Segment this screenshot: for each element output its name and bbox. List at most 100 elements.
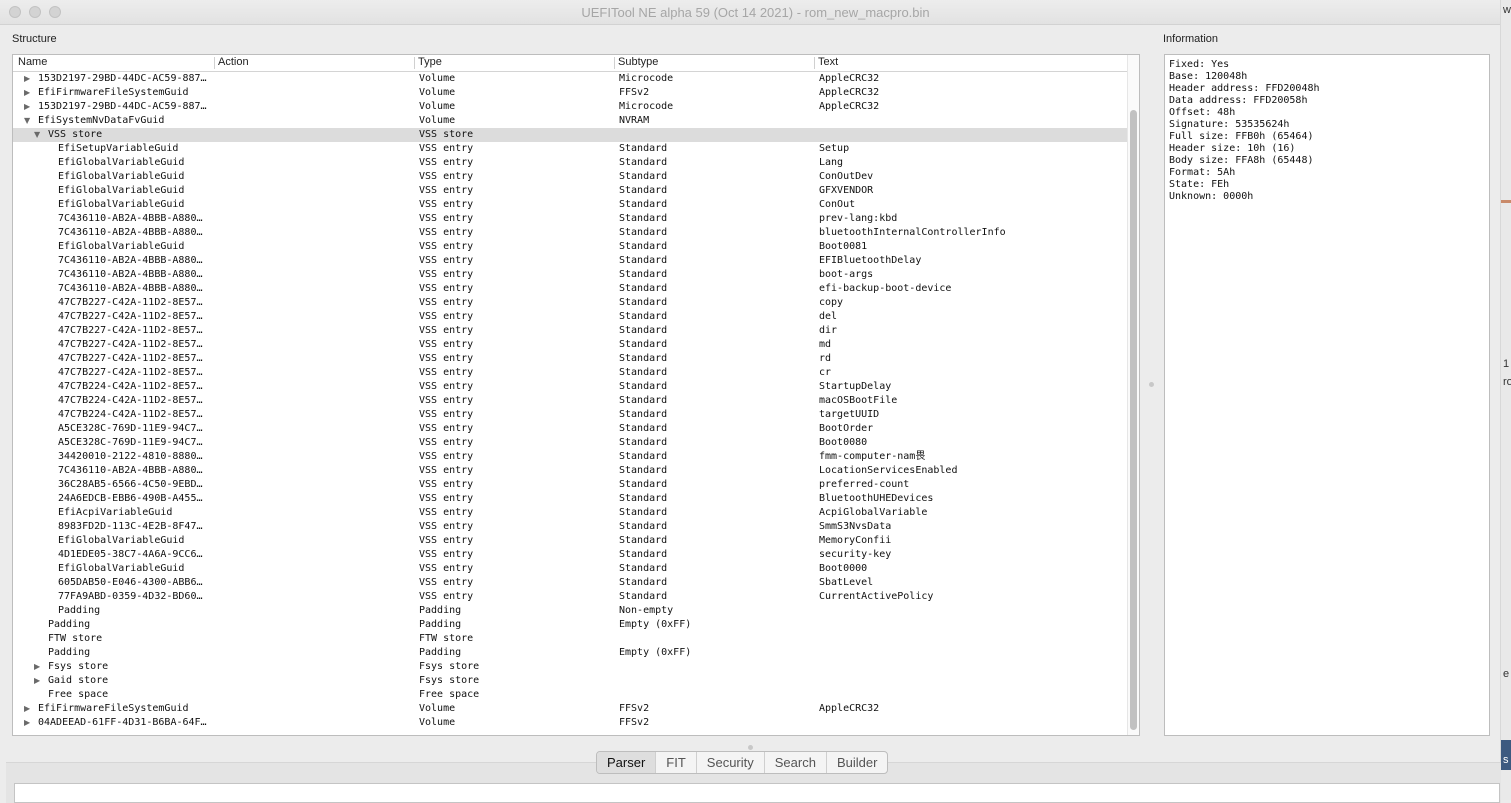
tab-builder[interactable]: Builder bbox=[825, 752, 887, 773]
cell-type: VSS entry bbox=[419, 437, 474, 448]
column-divider[interactable] bbox=[614, 57, 615, 69]
tab-security[interactable]: Security bbox=[695, 752, 764, 773]
column-header-name[interactable]: Name bbox=[18, 56, 47, 68]
column-divider[interactable] bbox=[814, 57, 815, 69]
tree-row[interactable]: 47C7B227-C42A-11D2-8E57… VSS entry Standar… bbox=[13, 310, 1127, 324]
horizontal-splitter-handle[interactable] bbox=[748, 745, 753, 750]
collapsed-arrow-icon[interactable]: ▶ bbox=[24, 86, 30, 100]
tree-row[interactable]: EfiGlobalVariableGuid VSS entry Standard Bo… bbox=[13, 240, 1127, 254]
tree-row[interactable]: 47C7B224-C42A-11D2-8E57… VSS entry Standar… bbox=[13, 408, 1127, 422]
column-divider[interactable] bbox=[214, 57, 215, 69]
tree-row[interactable]: EfiAcpiVariableGuid VSS entry Standard Acpi… bbox=[13, 506, 1127, 520]
column-header-subtype[interactable]: Subtype bbox=[618, 56, 658, 68]
tree-row[interactable]: EfiGlobalVariableGuid VSS entry Standard Bo… bbox=[13, 562, 1127, 576]
tree-row[interactable]: EfiGlobalVariableGuid VSS entry Standard GF… bbox=[13, 184, 1127, 198]
vertical-splitter-handle[interactable] bbox=[1149, 382, 1154, 387]
tab-search[interactable]: Search bbox=[763, 752, 826, 773]
cell-name: Padding bbox=[48, 647, 91, 658]
tree-row[interactable]: EfiGlobalVariableGuid VSS entry Standard La… bbox=[13, 156, 1127, 170]
collapsed-arrow-icon[interactable]: ▶ bbox=[34, 660, 40, 674]
tree-row[interactable]: A5CE328C-769D-11E9-94C7… VSS entry Standar… bbox=[13, 436, 1127, 450]
tab-parser[interactable]: Parser bbox=[597, 752, 656, 773]
collapsed-arrow-icon[interactable]: ▶ bbox=[24, 100, 30, 114]
cell-subtype: Standard bbox=[619, 381, 668, 392]
edge-fragment: s bbox=[1503, 754, 1509, 766]
tree-row[interactable]: 47C7B227-C42A-11D2-8E57… VSS entry Standar… bbox=[13, 352, 1127, 366]
tree-row[interactable]: EfiGlobalVariableGuid VSS entry Standard Me… bbox=[13, 534, 1127, 548]
cell-subtype: Empty (0xFF) bbox=[619, 647, 692, 658]
tree-row[interactable]: 605DAB50-E046-4300-ABB6… VSS entry Standar… bbox=[13, 576, 1127, 590]
tree-row[interactable]: 7C436110-AB2A-4BBB-A880… VSS entry Standar… bbox=[13, 254, 1127, 268]
tree-row[interactable]: 47C7B227-C42A-11D2-8E57… VSS entry Standar… bbox=[13, 366, 1127, 380]
tree-row[interactable]: ▶ Gaid store Fsys store bbox=[13, 674, 1127, 688]
tree-row[interactable]: A5CE328C-769D-11E9-94C7… VSS entry Standar… bbox=[13, 422, 1127, 436]
column-divider[interactable] bbox=[414, 57, 415, 69]
cell-subtype: FFSv2 bbox=[619, 87, 650, 98]
cell-text: rd bbox=[819, 353, 832, 364]
tree-row[interactable]: ▶ EfiFirmwareFileSystemGuid Volume FFSv2 App… bbox=[13, 86, 1127, 100]
tree-row[interactable]: 47C7B224-C42A-11D2-8E57… VSS entry Standar… bbox=[13, 380, 1127, 394]
cell-subtype: Standard bbox=[619, 297, 668, 308]
column-header-action[interactable]: Action bbox=[218, 56, 249, 68]
tree-row[interactable]: ▶ 153D2197-29BD-44DC-AC59-887… Volume Micro… bbox=[13, 100, 1127, 114]
cell-type: VSS entry bbox=[419, 157, 474, 168]
cell-subtype: Standard bbox=[619, 185, 668, 196]
tree-row[interactable]: 7C436110-AB2A-4BBB-A880… VSS entry Standar… bbox=[13, 268, 1127, 282]
tree-row[interactable]: Padding Padding Empty (0xFF) bbox=[13, 618, 1127, 632]
tree-row[interactable]: Padding Padding Empty (0xFF) bbox=[13, 646, 1127, 660]
tree-row[interactable]: FTW store FTW store bbox=[13, 632, 1127, 646]
column-header-type[interactable]: Type bbox=[418, 56, 442, 68]
tree-row[interactable]: 47C7B224-C42A-11D2-8E57… VSS entry Standar… bbox=[13, 394, 1127, 408]
tree-row[interactable]: EfiGlobalVariableGuid VSS entry Standard Co… bbox=[13, 170, 1127, 184]
tree-row[interactable]: 77FA9ABD-0359-4D32-BD60… VSS entry Standar… bbox=[13, 590, 1127, 604]
cell-text: Lang bbox=[819, 157, 844, 168]
tree-row[interactable]: Free space Free space bbox=[13, 688, 1127, 702]
tree-row[interactable]: EfiGlobalVariableGuid VSS entry Standard Co… bbox=[13, 198, 1127, 212]
tree-row[interactable]: ▶ 153D2197-29BD-44DC-AC59-887… Volume Micro… bbox=[13, 72, 1127, 86]
tree-row[interactable]: 7C436110-AB2A-4BBB-A880… VSS entry Standar… bbox=[13, 226, 1127, 240]
tree-row[interactable]: 7C436110-AB2A-4BBB-A880… VSS entry Standar… bbox=[13, 464, 1127, 478]
scrollbar-thumb[interactable] bbox=[1130, 110, 1137, 730]
expanded-arrow-icon[interactable]: ▼ bbox=[24, 114, 30, 128]
cell-subtype: Standard bbox=[619, 269, 668, 280]
messages-pane[interactable] bbox=[14, 783, 1500, 803]
tree-row[interactable]: 8983FD2D-113C-4E2B-8F47… VSS entry Standar… bbox=[13, 520, 1127, 534]
tree-row[interactable]: EfiSetupVariableGuid VSS entry Standard Set… bbox=[13, 142, 1127, 156]
tree-row[interactable]: 7C436110-AB2A-4BBB-A880… VSS entry Standar… bbox=[13, 282, 1127, 296]
tree-row[interactable]: 34420010-2122-4810-8880… VSS entry Standar… bbox=[13, 450, 1127, 464]
cell-type: VSS entry bbox=[419, 549, 474, 560]
cell-type: Padding bbox=[419, 605, 462, 616]
tree-row[interactable]: ▼ EfiSystemNvDataFvGuid Volume NVRAM bbox=[13, 114, 1127, 128]
tree-row[interactable]: 24A6EDCB-EBB6-490B-A455… VSS entry Standar… bbox=[13, 492, 1127, 506]
tree-row[interactable]: 47C7B227-C42A-11D2-8E57… VSS entry Standar… bbox=[13, 338, 1127, 352]
tree-row[interactable]: ▶ Fsys store Fsys store bbox=[13, 660, 1127, 674]
tree-row[interactable]: ▼ VSS store VSS store bbox=[13, 128, 1127, 142]
tree-row[interactable]: 36C28AB5-6566-4C50-9EBD… VSS entry Standar… bbox=[13, 478, 1127, 492]
cell-text: SbatLevel bbox=[819, 577, 874, 588]
cell-type: VSS entry bbox=[419, 311, 474, 322]
tree-row[interactable]: 47C7B227-C42A-11D2-8E57… VSS entry Standar… bbox=[13, 324, 1127, 338]
tree-row[interactable]: Padding Padding Non-empty bbox=[13, 604, 1127, 618]
cell-type: VSS entry bbox=[419, 269, 474, 280]
tree-row[interactable]: 7C436110-AB2A-4BBB-A880… VSS entry Standar… bbox=[13, 212, 1127, 226]
structure-tree[interactable]: Name Action Type Subtype Text ▶ 153D2197-… bbox=[12, 54, 1140, 736]
cell-text: ConOut bbox=[819, 199, 856, 210]
cell-text: boot-args bbox=[819, 269, 874, 280]
tree-row[interactable]: ▶ EfiFirmwareFileSystemGuid Volume FFSv2 App… bbox=[13, 702, 1127, 716]
tree-row[interactable]: ▶ 04ADEEAD-61FF-4D31-B6BA-64F… Volume FFSv2 bbox=[13, 716, 1127, 730]
cell-name: 04ADEEAD-61FF-4D31-B6BA-64F… bbox=[38, 717, 207, 728]
collapsed-arrow-icon[interactable]: ▶ bbox=[24, 716, 30, 730]
cell-name: EfiAcpiVariableGuid bbox=[58, 507, 173, 518]
column-header-text[interactable]: Text bbox=[818, 56, 838, 68]
tree-vertical-scrollbar[interactable] bbox=[1127, 55, 1139, 735]
tree-rows: ▶ 153D2197-29BD-44DC-AC59-887… Volume Micro… bbox=[13, 72, 1127, 730]
collapsed-arrow-icon[interactable]: ▶ bbox=[24, 702, 30, 716]
collapsed-arrow-icon[interactable]: ▶ bbox=[34, 674, 40, 688]
tree-row[interactable]: 47C7B227-C42A-11D2-8E57… VSS entry Standar… bbox=[13, 296, 1127, 310]
tree-row[interactable]: 4D1EDE05-38C7-4A6A-9CC6… VSS entry Standar… bbox=[13, 548, 1127, 562]
tab-fit[interactable]: FIT bbox=[655, 752, 696, 773]
collapsed-arrow-icon[interactable]: ▶ bbox=[24, 72, 30, 86]
expanded-arrow-icon[interactable]: ▼ bbox=[34, 128, 40, 142]
cell-text: prev-lang:kbd bbox=[819, 213, 898, 224]
cell-subtype: Standard bbox=[619, 171, 668, 182]
